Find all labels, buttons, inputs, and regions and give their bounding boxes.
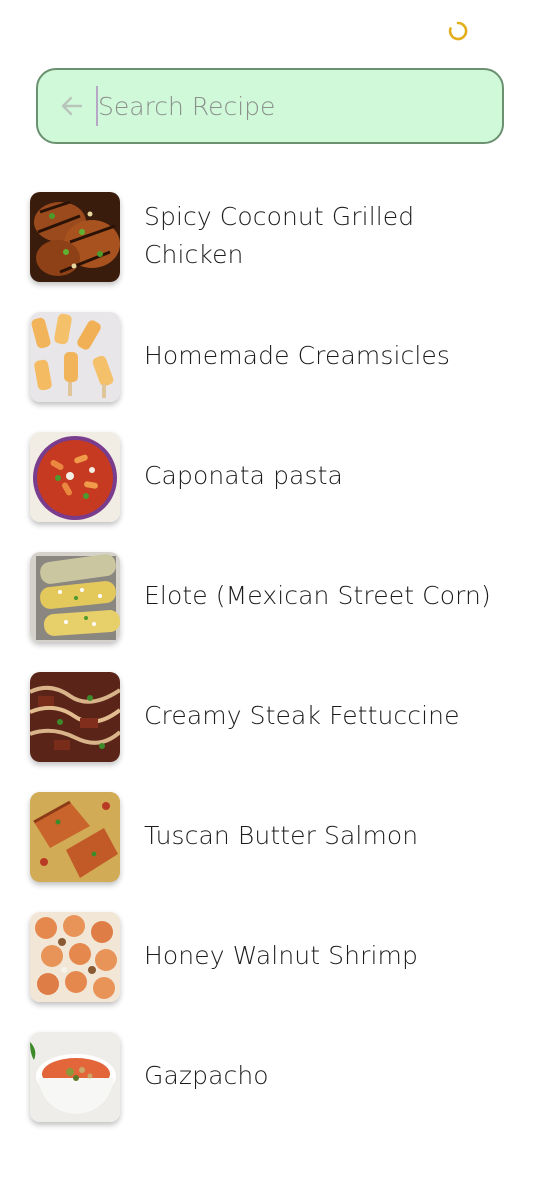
recipe-title: Spicy Coconut Grilled Chicken	[144, 202, 415, 269]
recipe-title: Caponata pasta	[144, 461, 343, 490]
status-bar	[0, 0, 540, 60]
recipe-title: Honey Walnut Shrimp	[144, 941, 418, 970]
recipe-thumbnail	[30, 912, 120, 1002]
recipe-title: Elote (Mexican Street Corn)	[144, 581, 491, 610]
search-bar[interactable]	[36, 68, 504, 144]
recipe-title: Creamy Steak Fettuccine	[144, 701, 460, 730]
recipe-list: Spicy Coconut Grilled Chicken Homemade C…	[0, 176, 540, 1136]
recipe-thumbnail	[30, 192, 120, 282]
recipe-item-tuscan-butter-salmon[interactable]: Tuscan Butter Salmon	[0, 776, 540, 896]
recipe-item-spicy-coconut-grilled-chicken[interactable]: Spicy Coconut Grilled Chicken	[0, 176, 540, 296]
recipe-thumbnail	[30, 672, 120, 762]
recipe-item-creamy-steak-fettuccine[interactable]: Creamy Steak Fettuccine	[0, 656, 540, 776]
recipe-item-caponata-pasta[interactable]: Caponata pasta	[0, 416, 540, 536]
recipe-item-elote-mexican-street-corn[interactable]: Elote (Mexican Street Corn)	[0, 536, 540, 656]
back-button[interactable]	[54, 88, 90, 124]
search-input[interactable]	[98, 84, 478, 128]
recipe-title: Tuscan Butter Salmon	[144, 821, 419, 850]
recipe-item-homemade-creamsicles[interactable]: Homemade Creamsicles	[0, 296, 540, 416]
recipe-title: Homemade Creamsicles	[144, 341, 451, 370]
recipe-title: Gazpacho	[144, 1061, 269, 1090]
recipe-item-honey-walnut-shrimp[interactable]: Honey Walnut Shrimp	[0, 896, 540, 1016]
recipe-thumbnail	[30, 1032, 120, 1122]
recipe-thumbnail	[30, 552, 120, 642]
recipe-thumbnail	[30, 312, 120, 402]
loading-spinner-icon	[448, 21, 468, 41]
recipe-thumbnail	[30, 432, 120, 522]
arrow-left-icon	[61, 96, 83, 116]
recipe-thumbnail	[30, 792, 120, 882]
recipe-item-gazpacho[interactable]: Gazpacho	[0, 1016, 540, 1136]
